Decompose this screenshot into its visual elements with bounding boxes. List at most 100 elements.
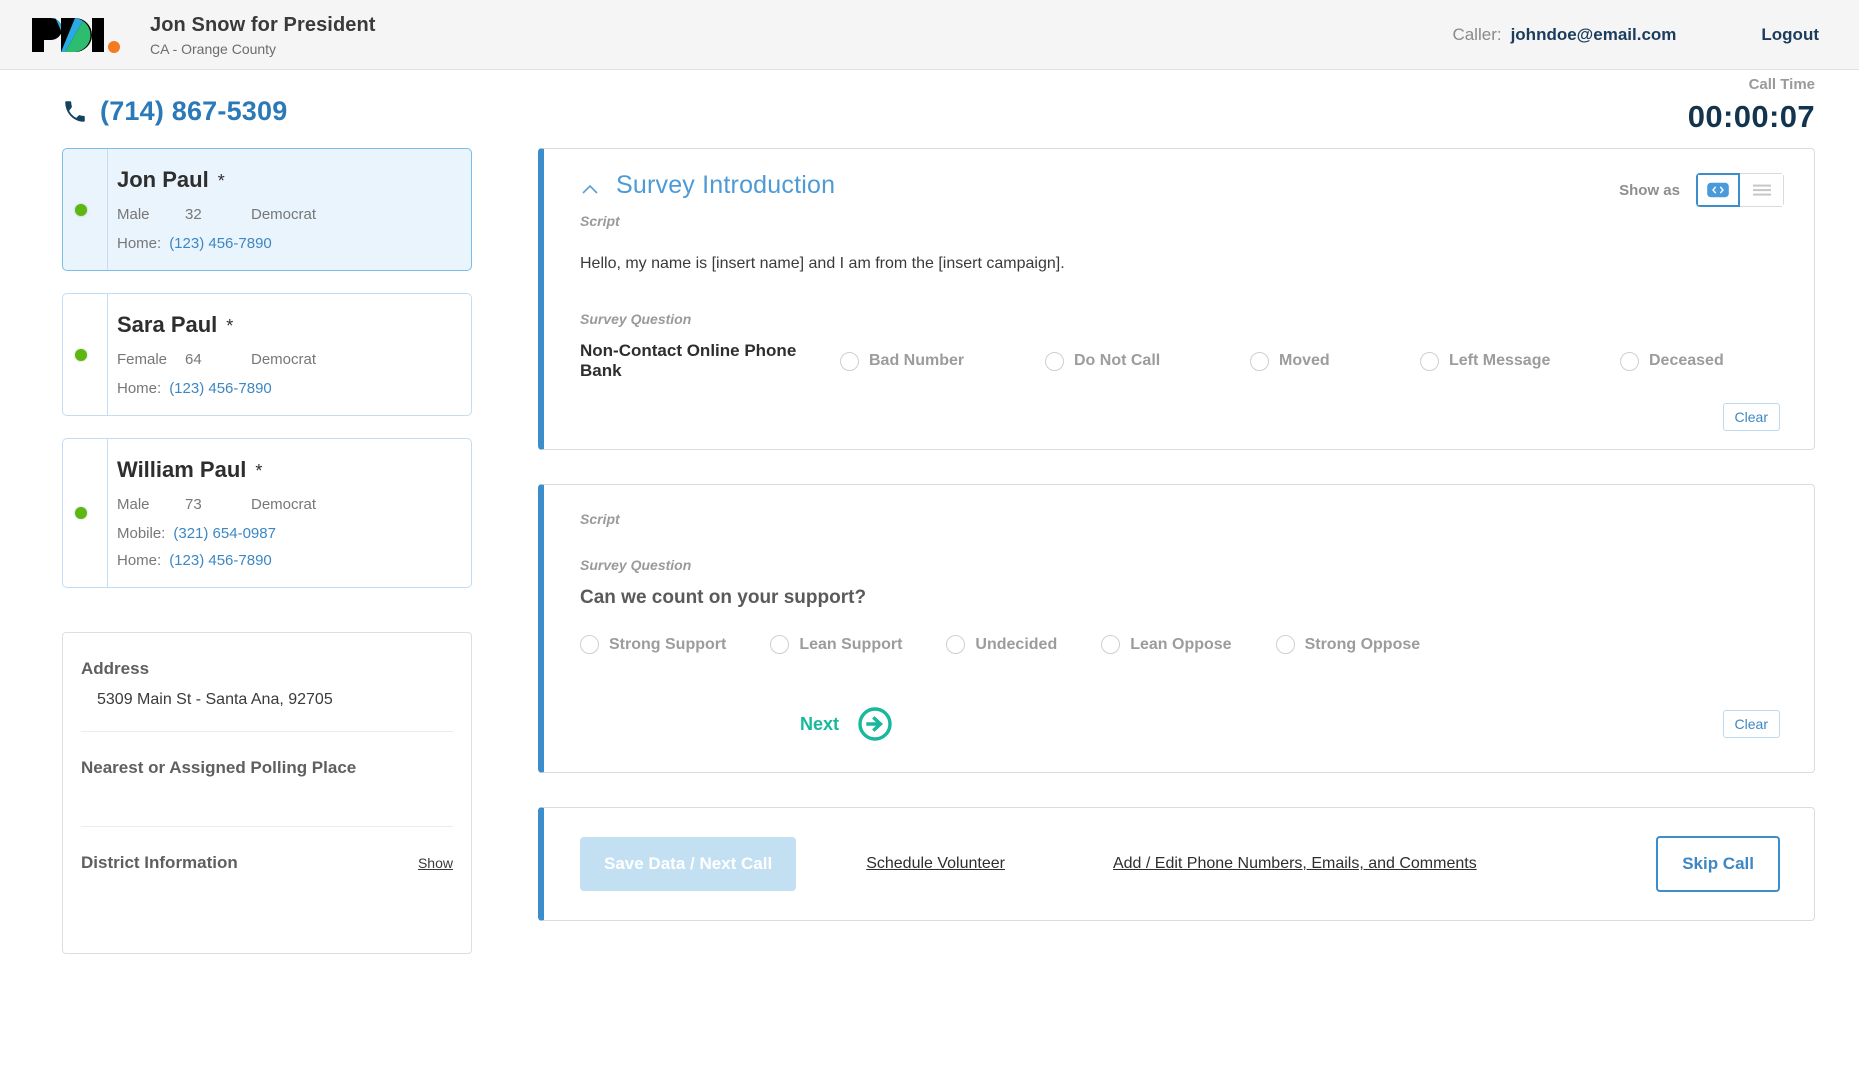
header-right: Caller: johndoe@email.com Logout: [1452, 25, 1819, 45]
radio-icon[interactable]: [1045, 351, 1064, 371]
radio-icon[interactable]: [770, 635, 790, 654]
survey-question-label: Survey Question: [580, 311, 692, 327]
phone-icon: [65, 100, 85, 122]
radio-icon[interactable]: [1101, 635, 1121, 654]
call-action-bar: Save Data / Next Call Schedule Volunteer…: [544, 808, 1814, 920]
district-info-heading: District Information Show: [81, 853, 453, 873]
contact-name: Jon Paul *: [117, 167, 451, 193]
address-panel: Address 5309 Main St - Santa Ana, 92705 …: [62, 632, 472, 954]
radio-icon[interactable]: [1620, 351, 1639, 371]
option-undecided[interactable]: Undecided: [946, 635, 1057, 654]
clear-button[interactable]: Clear: [1722, 403, 1780, 431]
radio-icon[interactable]: [1250, 351, 1269, 371]
contact-demographics: Female 64 Democrat: [117, 351, 451, 368]
phone-number-link[interactable]: (123) 456-7890: [169, 380, 272, 397]
arrow-circle-right-icon: [858, 707, 892, 741]
survey-question-title: Non-Contact Online Phone Bank: [580, 341, 797, 380]
clear-button[interactable]: Clear: [1722, 710, 1780, 738]
option-deceased[interactable]: Deceased: [1620, 351, 1724, 371]
option-label: Bad Number: [869, 352, 965, 369]
survey-question-label: Survey Question: [580, 557, 692, 573]
call-timer: Call Time 00:00:07: [1688, 76, 1815, 135]
option-label: Strong Support: [609, 635, 727, 653]
phone-type-label: Home:: [117, 380, 162, 397]
option-label: Strong Oppose: [1304, 635, 1421, 653]
district-show-link[interactable]: Show: [418, 855, 453, 871]
add-edit-contact-info-link[interactable]: Add / Edit Phone Numbers, Emails, and Co…: [1113, 855, 1477, 873]
next-button[interactable]: Next: [800, 706, 893, 742]
card-view-icon[interactable]: [1696, 173, 1740, 207]
option-label: Left Message: [1449, 352, 1551, 369]
survey-intro-header: Survey Introduction Show as: [544, 149, 1814, 207]
contact-age: 73: [185, 496, 202, 513]
contact-card[interactable]: Jon Paul * Male 32 Democrat Home: (123) 45…: [62, 148, 472, 271]
contact-card[interactable]: William Paul * Male 73 Democrat Mobile: (3…: [62, 438, 472, 588]
option-left-message[interactable]: Left Message: [1420, 351, 1620, 371]
option-lean-oppose[interactable]: Lean Oppose: [1101, 635, 1232, 654]
caller-email: johndoe@email.com: [1510, 24, 1677, 44]
option-label: Lean Oppose: [1130, 635, 1232, 653]
schedule-volunteer-link[interactable]: Schedule Volunteer: [866, 855, 1005, 873]
card-view-glyph: [1707, 182, 1729, 198]
phone-number-link[interactable]: (123) 456-7890: [169, 552, 272, 569]
radio-icon[interactable]: [840, 351, 859, 371]
option-label: Undecided: [975, 635, 1058, 653]
logout-button[interactable]: Logout: [1761, 25, 1819, 45]
survey-support-panel: Script Survey Question Can we count on y…: [538, 484, 1815, 773]
survey-question-title: Can we count on your support?: [580, 587, 867, 608]
primary-star-icon: *: [255, 461, 263, 481]
option-lean-support[interactable]: Lean Support: [770, 635, 902, 654]
contact-card[interactable]: Sara Paul * Female 64 Democrat Home: (123)…: [62, 293, 472, 416]
contact-age: 64: [185, 351, 202, 368]
contact-gender: Female: [117, 351, 168, 368]
contact-name-text: Jon Paul: [117, 167, 209, 192]
list-view-icon[interactable]: [1740, 173, 1784, 207]
option-strong-oppose[interactable]: Strong Oppose: [1275, 635, 1421, 654]
district-info-section: District Information Show: [81, 827, 453, 953]
campaign-text: Jon Snow for President CA - Orange Count…: [150, 13, 376, 57]
brand-block: Jon Snow for President CA - Orange Count…: [30, 13, 376, 57]
radio-icon[interactable]: [946, 635, 966, 654]
option-label: Lean Support: [799, 635, 903, 653]
contact-gender: Male: [117, 496, 150, 513]
skip-call-button[interactable]: Skip Call: [1656, 836, 1780, 892]
phone-type-label: Home:: [117, 552, 162, 569]
radio-icon[interactable]: [1275, 635, 1295, 654]
contact-name-text: William Paul: [117, 457, 247, 482]
radio-icon[interactable]: [580, 635, 599, 654]
contacts-sidebar: Jon Paul * Male 32 Democrat Home: (123) 45…: [62, 148, 472, 955]
phone-number-link[interactable]: (321) 654-0987: [173, 525, 276, 542]
script-label: Script: [580, 511, 620, 527]
script-text: Hello, my name is [insert name] and I am…: [580, 255, 1065, 272]
campaign-location: CA - Orange County: [150, 40, 277, 57]
option-bad-number[interactable]: Bad Number: [840, 351, 1045, 371]
active-phone-number: (714) 867-5309: [100, 96, 288, 126]
contact-name-text: Sara Paul: [117, 312, 218, 337]
content-wrap: Jon Paul * Male 32 Democrat Home: (123) 45…: [0, 148, 1859, 955]
contact-demographics: Male 32 Democrat: [117, 206, 451, 223]
option-do-not-call[interactable]: Do Not Call: [1045, 351, 1250, 371]
panel-spacer: [544, 742, 1814, 772]
option-label: Moved: [1279, 352, 1330, 369]
app-header: Jon Snow for President CA - Orange Count…: [0, 0, 1859, 70]
address-section: Address 5309 Main St - Santa Ana, 92705: [81, 633, 453, 732]
polling-place-section: Nearest or Assigned Polling Place: [81, 732, 453, 827]
option-strong-support[interactable]: Strong Support: [580, 635, 726, 654]
primary-star-icon: *: [226, 316, 234, 336]
view-toggle-group: [1696, 173, 1784, 207]
script-label: Script: [580, 213, 620, 229]
option-moved[interactable]: Moved: [1250, 351, 1420, 371]
caller-label: Caller:: [1452, 24, 1502, 44]
status-dot-icon: [75, 203, 87, 216]
active-phone-row[interactable]: (714) 867-5309: [62, 96, 287, 127]
phone-type-label: Mobile:: [117, 525, 166, 542]
survey-intro-options: Bad Number Do Not Call Moved Left Messag…: [840, 351, 1780, 371]
next-label: Next: [800, 713, 840, 734]
contact-party: Democrat: [251, 351, 317, 368]
save-data-next-call-button[interactable]: Save Data / Next Call: [580, 837, 797, 891]
chevron-up-icon[interactable]: [580, 180, 600, 200]
radio-icon[interactable]: [1420, 351, 1439, 371]
phone-number-link[interactable]: (123) 456-7890: [169, 235, 272, 252]
contact-name: Sara Paul *: [117, 312, 451, 338]
option-label: Deceased: [1649, 352, 1724, 369]
